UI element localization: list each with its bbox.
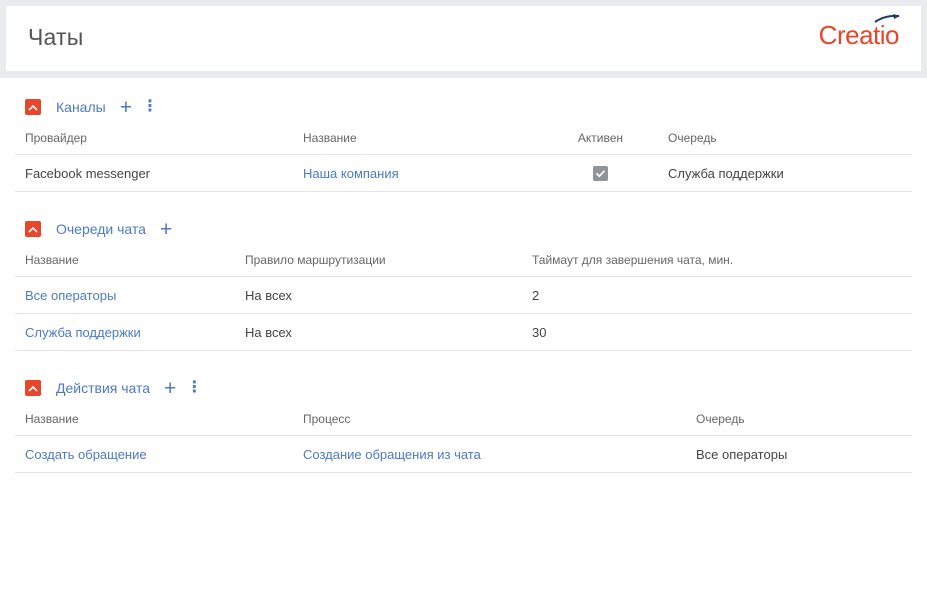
column-header[interactable]: Таймаут для завершения чата, мин.	[522, 244, 912, 277]
queue-name-link[interactable]: Все операторы	[15, 276, 235, 314]
queues-title[interactable]: Очереди чата	[56, 221, 146, 237]
channels-title[interactable]: Каналы	[56, 99, 106, 115]
table-row[interactable]: Facebook messenger Наша компания Служба …	[15, 154, 912, 192]
table-row[interactable]: Служба поддержки На всех 30	[15, 313, 912, 351]
queue-name-link[interactable]: Служба поддержки	[15, 313, 235, 351]
channel-name-link[interactable]: Наша компания	[293, 154, 543, 192]
provider-cell: Facebook messenger	[15, 154, 293, 192]
chevron-up-icon	[28, 385, 38, 392]
logo-swoosh-icon	[874, 14, 900, 23]
collapse-channels-button[interactable]	[25, 99, 41, 115]
add-action-button[interactable]: +	[164, 378, 176, 399]
column-header[interactable]: Процесс	[293, 403, 686, 436]
add-queue-button[interactable]: +	[160, 219, 172, 240]
column-header[interactable]: Провайдер	[15, 122, 293, 155]
rule-cell: На всех	[235, 313, 522, 351]
column-header[interactable]: Очередь	[658, 122, 912, 155]
column-header[interactable]: Название	[15, 244, 235, 277]
column-header[interactable]: Название	[293, 122, 543, 155]
chevron-up-icon	[28, 226, 38, 233]
channels-table: Провайдер Название Активен Очередь Faceb…	[15, 122, 912, 192]
channels-header: Каналы + ⋮	[15, 92, 912, 122]
actions-more-icon[interactable]: ⋮	[186, 380, 202, 396]
collapse-queues-button[interactable]	[25, 221, 41, 237]
rule-cell: На всех	[235, 276, 522, 314]
channels-more-icon[interactable]: ⋮	[142, 99, 158, 115]
channels-section: Каналы + ⋮ Провайдер Название Активен Оч…	[15, 92, 912, 192]
queue-cell: Все операторы	[686, 435, 912, 473]
column-header[interactable]: Правило маршрутизации	[235, 244, 522, 277]
add-channel-button[interactable]: +	[120, 97, 132, 118]
column-header[interactable]: Название	[15, 403, 293, 436]
timeout-cell: 30	[522, 313, 912, 351]
column-header[interactable]: Очередь	[686, 403, 912, 436]
table-row[interactable]: Создать обращение Создание обращения из …	[15, 435, 912, 473]
actions-header: Действия чата + ⋮	[15, 373, 912, 403]
page-header: Чаты Creatio	[6, 6, 921, 71]
column-header[interactable]: Активен	[543, 122, 658, 155]
process-link[interactable]: Создание обращения из чата	[293, 435, 686, 473]
active-cell	[543, 154, 658, 192]
main-content: Каналы + ⋮ Провайдер Название Активен Оч…	[0, 92, 927, 473]
actions-title[interactable]: Действия чата	[56, 380, 150, 396]
queues-table: Название Правило маршрутизации Таймаут д…	[15, 244, 912, 351]
creatio-logo: Creatio	[818, 14, 900, 51]
action-name-link[interactable]: Создать обращение	[15, 435, 293, 473]
page-title: Чаты	[28, 24, 84, 50]
checkmark-icon	[595, 170, 606, 178]
queue-cell: Служба поддержки	[658, 154, 912, 192]
queues-section: Очереди чата + Название Правило маршрути…	[15, 214, 912, 351]
timeout-cell: 2	[522, 276, 912, 314]
collapse-actions-button[interactable]	[25, 380, 41, 396]
actions-table: Название Процесс Очередь Создать обращен…	[15, 403, 912, 473]
chevron-up-icon	[28, 104, 38, 111]
actions-section: Действия чата + ⋮ Название Процесс Очере…	[15, 373, 912, 473]
logo-text: Creatio	[818, 20, 900, 50]
table-row[interactable]: Все операторы На всех 2	[15, 276, 912, 314]
active-checkbox[interactable]	[593, 166, 608, 182]
queues-header: Очереди чата +	[15, 214, 912, 244]
header-container: Чаты Creatio	[0, 0, 927, 78]
